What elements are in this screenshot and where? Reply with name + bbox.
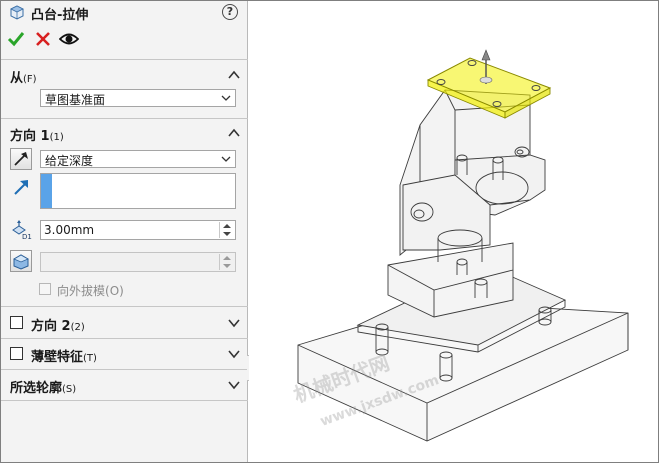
help-icon[interactable]: ? — [222, 4, 238, 20]
ok-checkmark-icon[interactable] — [6, 29, 26, 49]
direction2-section-header[interactable]: 方向 2(2) — [1, 313, 248, 334]
end-condition-value: 给定深度 — [45, 154, 94, 168]
reverse-direction-button[interactable] — [10, 148, 32, 170]
selected-contours-label: 所选轮廓 — [10, 381, 63, 396]
from-shortcut: (F) — [23, 74, 37, 85]
draft-angle-input[interactable] — [40, 252, 236, 272]
chevron-down-icon[interactable] — [228, 348, 240, 360]
selection-focus-bar — [41, 174, 52, 208]
from-label: 从 — [10, 71, 24, 86]
draft-toggle-button[interactable] — [10, 250, 32, 272]
depth-input[interactable]: 3.00mm — [40, 220, 236, 240]
property-manager: 凸台-拉伸 ? 从(F) 草图基准面 方向 1(1) 给定深度 D1 3.00m… — [1, 1, 248, 462]
divider — [1, 400, 248, 401]
feature-title-bar: 凸台-拉伸 ? — [1, 1, 248, 25]
thin-feature-checkbox[interactable] — [10, 347, 23, 360]
preview-eye-icon[interactable] — [59, 29, 79, 49]
direction1-shortcut: (1) — [49, 132, 64, 143]
cancel-x-icon[interactable] — [33, 29, 53, 49]
chevron-down-icon — [221, 156, 231, 162]
selected-contours-section-header[interactable]: 所选轮廓(S) — [1, 375, 248, 396]
extrude-boss-icon — [10, 5, 24, 20]
spin-arrows-icon — [219, 254, 231, 270]
from-section-header[interactable]: 从(F) — [1, 65, 248, 86]
direction2-label: 方向 2 — [31, 319, 71, 334]
action-bar — [1, 27, 248, 53]
draft-outward-box[interactable] — [39, 283, 51, 295]
thin-feature-section-header[interactable]: 薄壁特征(T) — [1, 344, 248, 365]
chevron-down-icon[interactable] — [228, 317, 240, 329]
thin-feature-shortcut: (T) — [83, 353, 97, 364]
direction1-label: 方向 1 — [10, 129, 50, 144]
draft-outward-label: 向外拔模 — [57, 284, 106, 298]
chevron-down-icon[interactable] — [228, 379, 240, 391]
direction-vector-icon — [14, 180, 28, 195]
thin-feature-label: 薄壁特征 — [31, 350, 84, 365]
depth-value: 3.00mm — [44, 223, 95, 237]
from-select[interactable]: 草图基准面 — [40, 89, 236, 107]
draft-outward-shortcut: (O) — [105, 284, 124, 298]
divider — [1, 338, 248, 339]
divider — [1, 59, 248, 60]
direction1-section-header[interactable]: 方向 1(1) — [1, 123, 248, 144]
spin-arrows-icon[interactable] — [219, 222, 234, 238]
divider — [1, 118, 248, 119]
direction-selection-box[interactable] — [40, 173, 236, 209]
direction2-checkbox[interactable] — [10, 316, 23, 329]
divider — [1, 369, 248, 370]
chevron-down-icon — [221, 95, 231, 101]
divider — [1, 306, 248, 307]
svg-text:D1: D1 — [22, 233, 32, 240]
end-condition-select[interactable]: 给定深度 — [40, 150, 236, 168]
reverse-arrow-icon — [14, 152, 28, 166]
feature-title: 凸台-拉伸 — [31, 8, 89, 23]
graphics-area[interactable]: 机械时代网 www.jxsdw.com — [249, 1, 658, 462]
chevron-up-icon[interactable] — [228, 69, 240, 81]
depth-icon: D1 — [12, 220, 32, 240]
from-value: 草图基准面 — [45, 93, 106, 107]
chevron-up-icon[interactable] — [228, 127, 240, 139]
selected-contours-shortcut: (S) — [62, 384, 77, 395]
direction2-shortcut: (2) — [70, 322, 85, 333]
draft-icon — [13, 254, 29, 270]
